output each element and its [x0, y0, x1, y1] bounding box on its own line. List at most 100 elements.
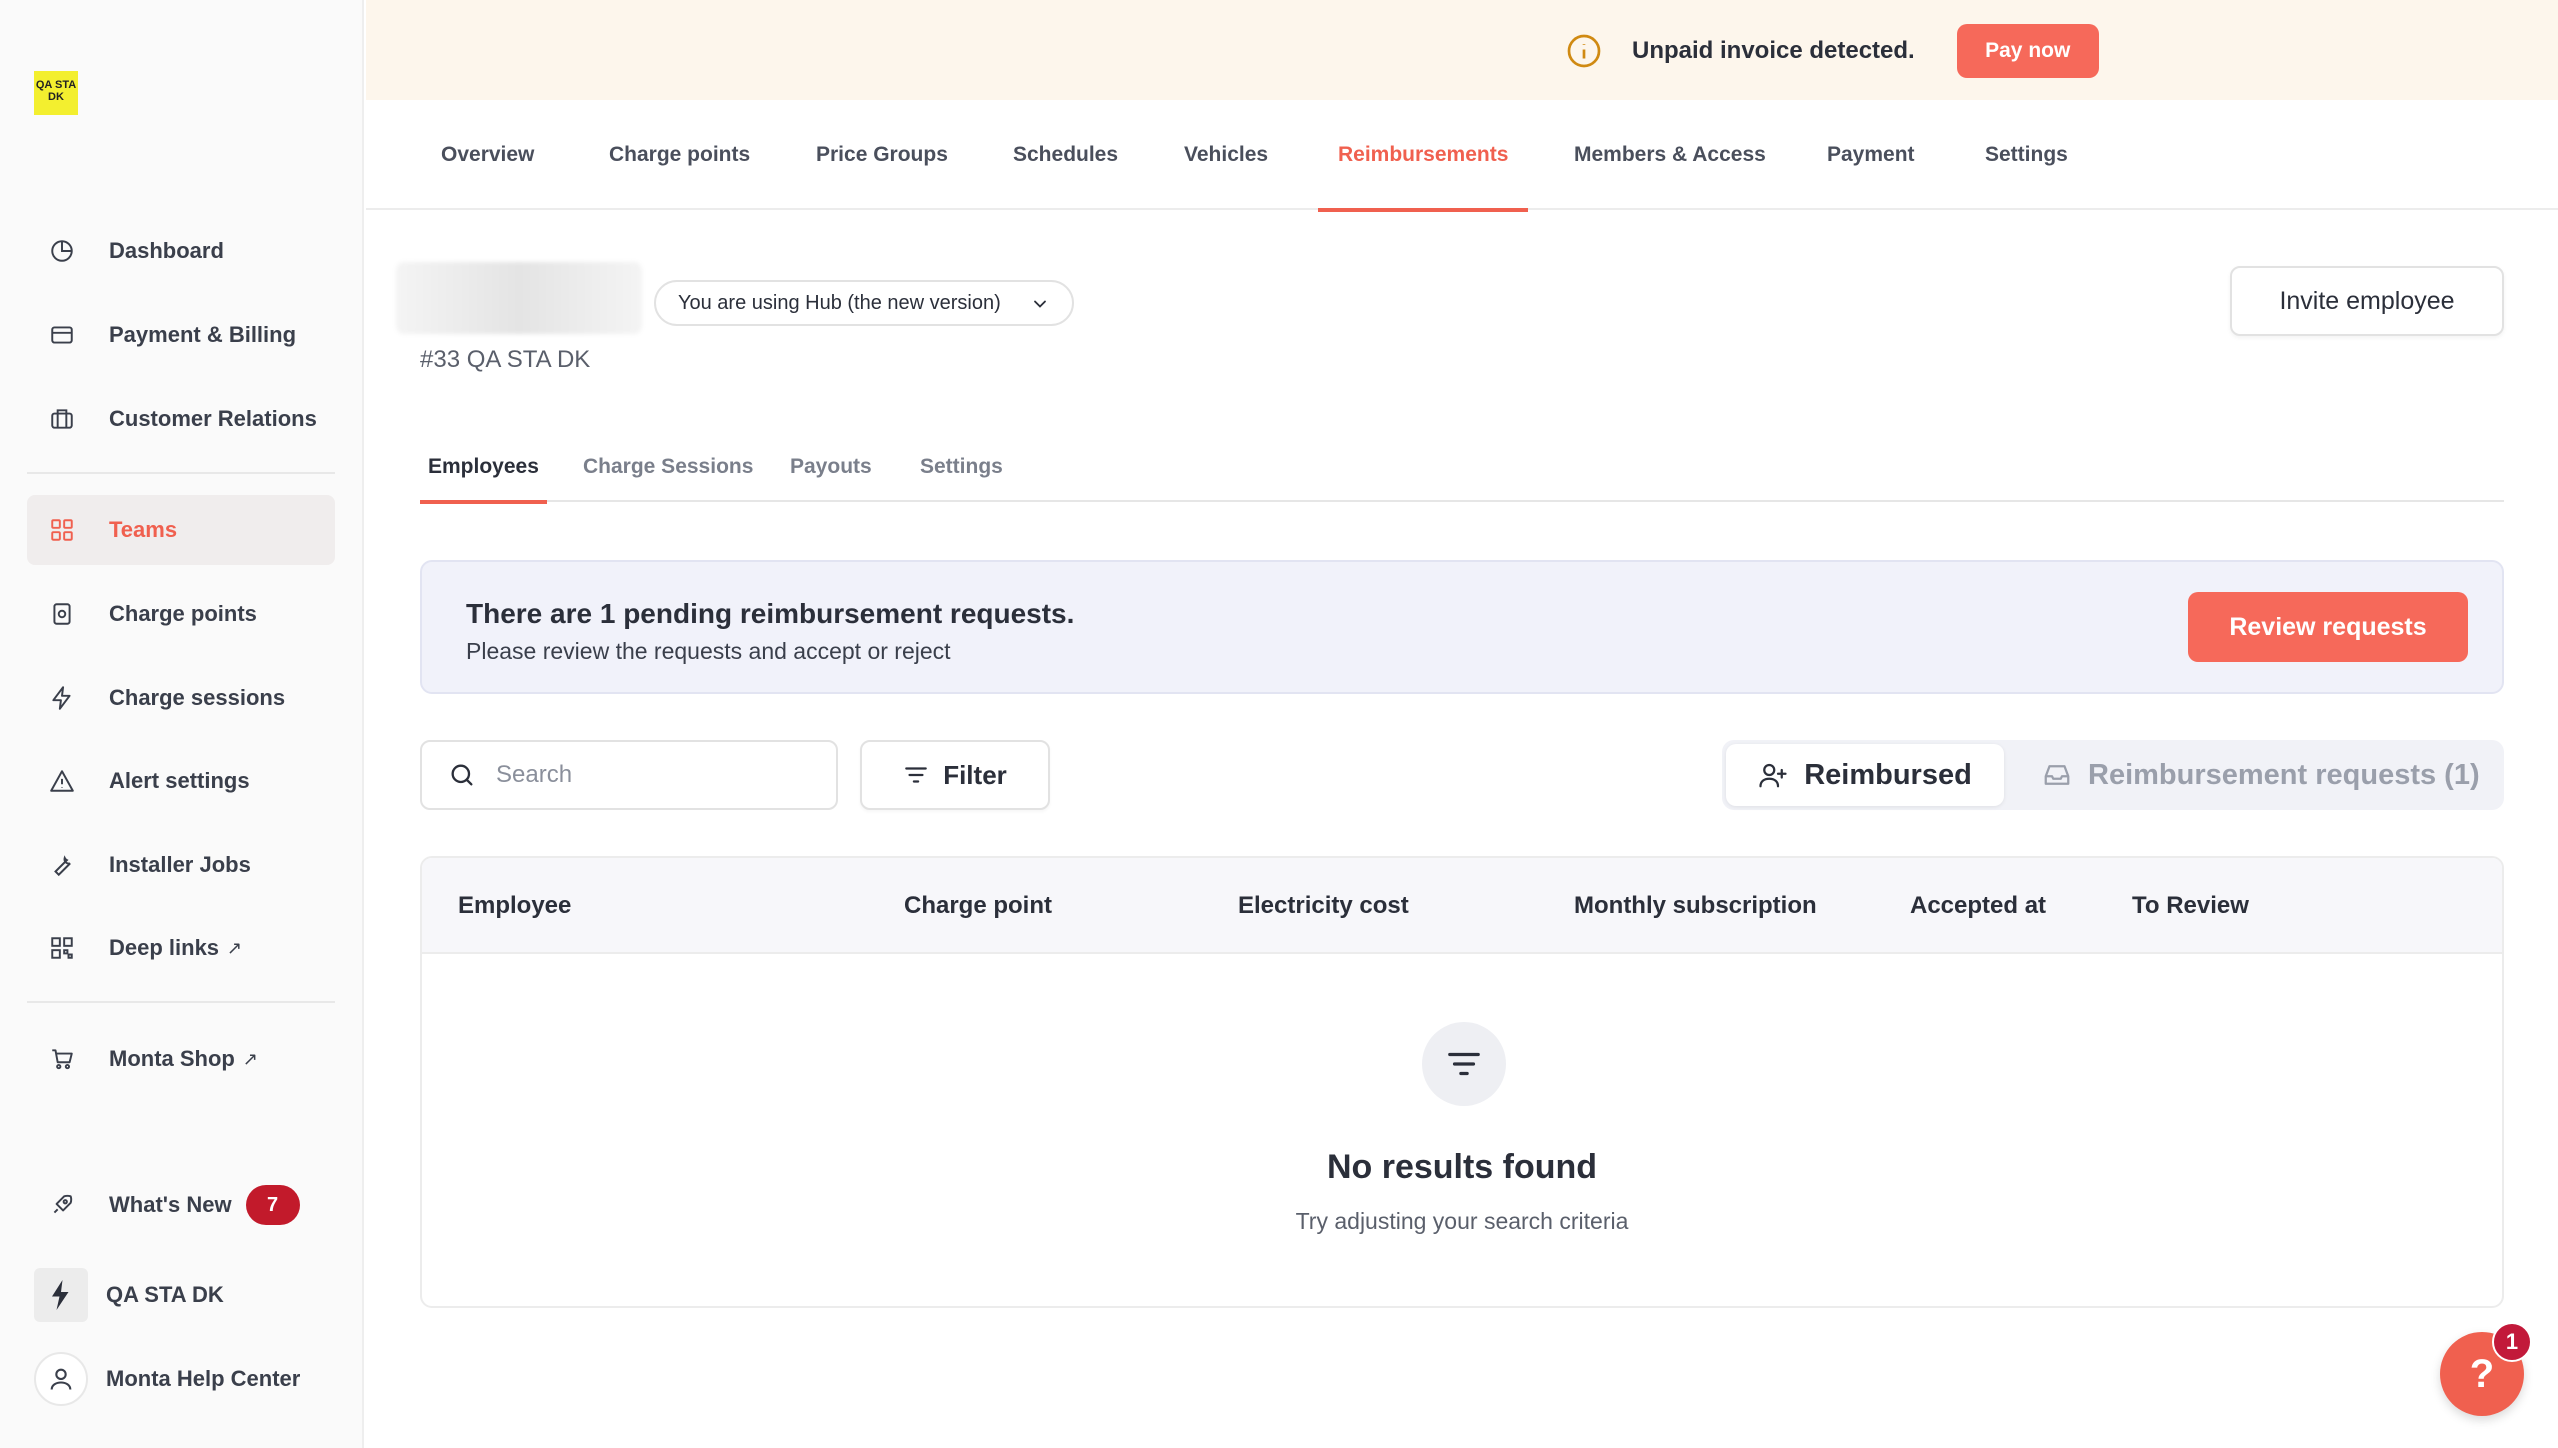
column-employee[interactable]: Employee — [458, 858, 571, 954]
sidebar-item-charge-sessions[interactable]: Charge sessions — [27, 663, 335, 733]
inbox-icon — [2044, 765, 2070, 785]
chevron-down-icon — [1034, 300, 1046, 308]
sidebar-divider — [27, 472, 335, 474]
external-link-icon: ↗ — [242, 1048, 258, 1069]
tab-price-groups[interactable]: Price Groups — [816, 100, 948, 210]
subtab-settings[interactable]: Settings — [920, 432, 1003, 502]
pending-requests-panel: There are 1 pending reimbursement reques… — [420, 560, 2504, 694]
cart-icon — [27, 1046, 97, 1072]
tab-charge-points[interactable]: Charge points — [609, 100, 750, 210]
sidebar-item-label: Charge sessions — [109, 685, 286, 710]
segment-reimbursed[interactable]: Reimbursed — [1726, 744, 2004, 806]
whats-new-badge: 7 — [245, 1185, 300, 1225]
search-field[interactable] — [420, 740, 838, 810]
empty-state-title: No results found — [1326, 1148, 1598, 1186]
hub-version-label: You are using Hub (the new version) — [678, 291, 1001, 314]
column-charge-point[interactable]: Charge point — [904, 858, 1052, 954]
sidebar-item-label: Teams — [109, 517, 178, 542]
credit-card-icon — [27, 322, 97, 348]
subtab-payouts[interactable]: Payouts — [790, 432, 872, 502]
employees-table: Employee Charge point Electricity cost M… — [420, 856, 2504, 1308]
sidebar-divider — [27, 1001, 335, 1003]
subtab-charge-sessions[interactable]: Charge Sessions — [583, 432, 753, 502]
account-avatar — [34, 1268, 88, 1322]
pending-subtitle: Please review the requests and accept or… — [466, 638, 951, 664]
banner-text: Unpaid invoice detected. — [1632, 37, 1915, 64]
sidebar-item-charge-points[interactable]: Charge points — [27, 579, 335, 649]
sidebar-item-label: Payment & Billing — [109, 322, 297, 347]
external-link-icon: ↗ — [227, 937, 243, 958]
sidebar-item-payment-billing[interactable]: Payment & Billing — [27, 300, 335, 370]
sub-tabs: Employees Charge Sessions Payouts Settin… — [420, 432, 2504, 504]
sidebar-item-alert-settings[interactable]: Alert settings — [27, 746, 335, 816]
segment-reimbursement-requests[interactable]: Reimbursement requests (1) — [2042, 744, 2480, 806]
segment-reimbursed-label: Reimbursed — [1804, 758, 1972, 791]
filter-label: Filter — [943, 759, 1007, 790]
hub-version-select[interactable]: You are using Hub (the new version) — [654, 280, 1074, 326]
sidebar-item-label: Monta Shop — [109, 1046, 235, 1071]
sidebar-item-label: Alert settings — [109, 768, 250, 793]
tab-members-access[interactable]: Members & Access — [1574, 100, 1766, 210]
top-tabs: Overview Charge points Price Groups Sche… — [366, 100, 2558, 212]
sidebar-item-dashboard[interactable]: Dashboard — [27, 216, 335, 286]
pie-chart-icon — [27, 238, 97, 264]
sidebar-item-label: Dashboard — [109, 238, 224, 263]
alert-triangle-icon — [27, 768, 97, 794]
filter-icon — [905, 767, 928, 783]
sidebar-item-label: What's New — [109, 1192, 232, 1217]
sidebar-item-deep-links[interactable]: Deep links ↗ — [27, 913, 335, 983]
wrench-icon — [27, 852, 97, 878]
table-header: Employee Charge point Electricity cost M… — [422, 858, 2502, 954]
invite-employee-button[interactable]: Invite employee — [2230, 266, 2504, 336]
column-electricity-cost[interactable]: Electricity cost — [1238, 858, 1409, 954]
tab-reimbursements[interactable]: Reimbursements — [1317, 100, 1529, 212]
sidebar-item-label: Deep links — [109, 935, 220, 960]
sidebar-item-label: Installer Jobs — [109, 852, 251, 877]
tab-settings[interactable]: Settings — [1985, 100, 2068, 210]
tab-overview[interactable]: Overview — [441, 100, 534, 210]
review-requests-button[interactable]: Review requests — [2188, 592, 2468, 662]
tab-vehicles[interactable]: Vehicles — [1184, 100, 1268, 210]
sidebar-account[interactable]: QA STA DK — [34, 1260, 342, 1330]
help-center-label: Monta Help Center — [106, 1366, 301, 1391]
account-name: QA STA DK — [106, 1282, 224, 1307]
qr-code-icon — [27, 935, 97, 961]
charger-icon — [27, 601, 97, 627]
column-accepted-at[interactable]: Accepted at — [1910, 858, 2046, 954]
pending-title: There are 1 pending reimbursement reques… — [466, 598, 1075, 629]
unpaid-invoice-banner: Unpaid invoice detected. Pay now — [366, 0, 2558, 100]
segment-requests-label: Reimbursement requests (1) — [2088, 758, 2480, 791]
sidebar-item-customer-relations[interactable]: Customer Relations — [27, 384, 335, 454]
sidebar-item-whats-new[interactable]: What's New 7 — [27, 1170, 335, 1240]
sidebar-item-monta-shop[interactable]: Monta Shop ↗ — [27, 1024, 335, 1094]
sidebar-item-label: Customer Relations — [109, 406, 317, 431]
lightning-icon — [27, 685, 97, 711]
user-plus-icon — [1759, 763, 1787, 788]
sidebar-item-installer-jobs[interactable]: Installer Jobs — [27, 830, 335, 900]
info-icon — [1567, 34, 1601, 68]
org-logo[interactable]: QA STA DK — [34, 71, 78, 115]
tab-payment[interactable]: Payment — [1827, 100, 1915, 210]
sidebar: QA STA DK Dashboard Payment & Billing Cu… — [0, 0, 364, 1448]
reimbursement-segmented-control: Reimbursed Reimbursement requests (1) — [1722, 740, 2504, 810]
pay-now-button[interactable]: Pay now — [1956, 24, 2099, 78]
subtab-employees[interactable]: Employees — [420, 432, 547, 504]
rocket-icon — [27, 1192, 97, 1218]
filter-button[interactable]: Filter — [860, 740, 1050, 810]
empty-filter-icon — [1422, 1022, 1506, 1106]
column-monthly-subscription[interactable]: Monthly subscription — [1574, 858, 1817, 954]
briefcase-icon — [27, 406, 97, 432]
grid-icon — [27, 517, 97, 543]
search-icon — [451, 764, 473, 786]
user-icon — [34, 1352, 88, 1406]
sidebar-help-center[interactable]: Monta Help Center — [34, 1344, 342, 1414]
column-to-review[interactable]: To Review — [2132, 858, 2249, 954]
sidebar-item-label: Charge points — [109, 601, 257, 626]
help-notification-badge: 1 — [2492, 1322, 2532, 1362]
search-input[interactable] — [496, 761, 796, 789]
empty-state-subtitle: Try adjusting your search criteria — [1295, 1208, 1629, 1234]
org-name: #33 QA STA DK — [420, 346, 591, 373]
sidebar-item-teams[interactable]: Teams — [27, 495, 335, 565]
org-logo-placeholder — [396, 262, 642, 334]
tab-schedules[interactable]: Schedules — [1013, 100, 1118, 210]
